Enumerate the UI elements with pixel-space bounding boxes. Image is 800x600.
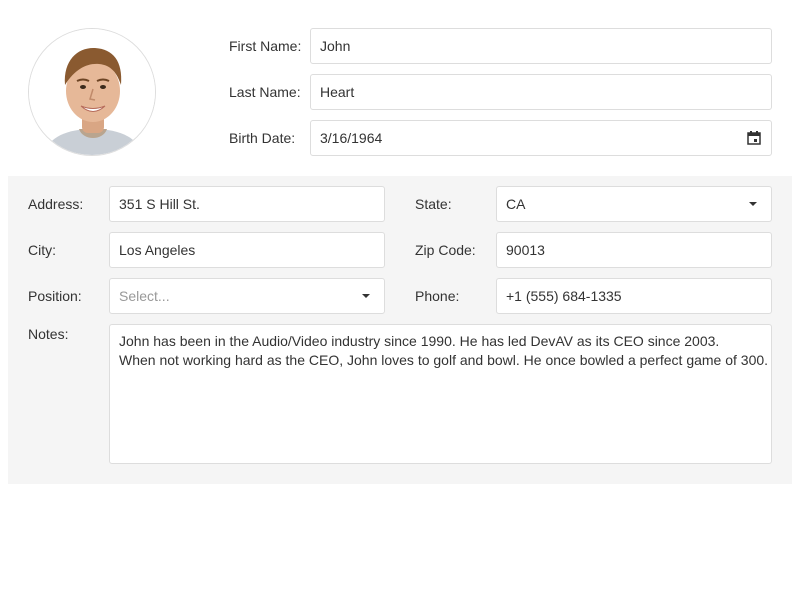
last-name-label: Last Name:: [229, 84, 301, 100]
state-value: CA: [506, 196, 526, 212]
notes-textarea[interactable]: John has been in the Audio/Video industr…: [109, 324, 772, 464]
last-name-value: Heart: [320, 84, 355, 100]
state-label: State:: [415, 196, 452, 212]
zip-value: 90013: [506, 242, 545, 258]
city-field[interactable]: Los Angeles: [109, 232, 385, 268]
position-placeholder: Select...: [119, 288, 170, 304]
phone-field[interactable]: +1 (555) 684-1335: [496, 278, 772, 314]
first-name-row: First Name: John: [229, 28, 772, 64]
chevron-down-icon[interactable]: [362, 294, 370, 298]
zip-label: Zip Code:: [415, 242, 476, 258]
notes-line: When not working hard as the CEO, John l…: [119, 352, 769, 368]
address-value: 351 S Hill St.: [119, 196, 200, 212]
birth-date-label: Birth Date:: [229, 130, 296, 146]
position-label: Position:: [28, 288, 82, 304]
address-row: Address: 351 S Hill St.: [28, 186, 385, 222]
zip-row: Zip Code: 90013: [415, 232, 772, 268]
state-row: State: CA: [415, 186, 772, 222]
phone-row: Phone: +1 (555) 684-1335: [415, 278, 772, 314]
notes-label: Notes:: [28, 326, 69, 342]
details-panel: Address: 351 S Hill St. State: CA City: …: [8, 176, 792, 484]
notes-line: John has been in the Audio/Video industr…: [119, 333, 720, 349]
first-name-label: First Name:: [229, 38, 302, 54]
first-name-field[interactable]: John: [310, 28, 772, 64]
city-label: City:: [28, 242, 56, 258]
first-name-value: John: [320, 38, 351, 54]
employee-photo: [28, 28, 156, 156]
address-field[interactable]: 351 S Hill St.: [109, 186, 385, 222]
calendar-icon[interactable]: [747, 131, 761, 145]
state-select[interactable]: CA: [496, 186, 772, 222]
birth-date-row: Birth Date: 3/16/1964: [229, 120, 772, 156]
position-row: Position: Select...: [28, 278, 385, 314]
employee-header: First Name: John Last Name: Heart Birth …: [0, 0, 800, 176]
last-name-row: Last Name: Heart: [229, 74, 772, 110]
birth-date-value: 3/16/1964: [320, 130, 383, 146]
last-name-field[interactable]: Heart: [310, 74, 772, 110]
position-select[interactable]: Select...: [109, 278, 385, 314]
birth-date-field[interactable]: 3/16/1964: [310, 120, 772, 156]
chevron-down-icon[interactable]: [749, 202, 757, 206]
city-value: Los Angeles: [119, 242, 196, 258]
zip-field[interactable]: 90013: [496, 232, 772, 268]
person-photo-icon: [29, 29, 155, 155]
phone-label: Phone:: [415, 288, 460, 304]
city-row: City: Los Angeles: [28, 232, 385, 268]
address-label: Address:: [28, 196, 84, 212]
phone-value: +1 (555) 684-1335: [506, 288, 622, 304]
